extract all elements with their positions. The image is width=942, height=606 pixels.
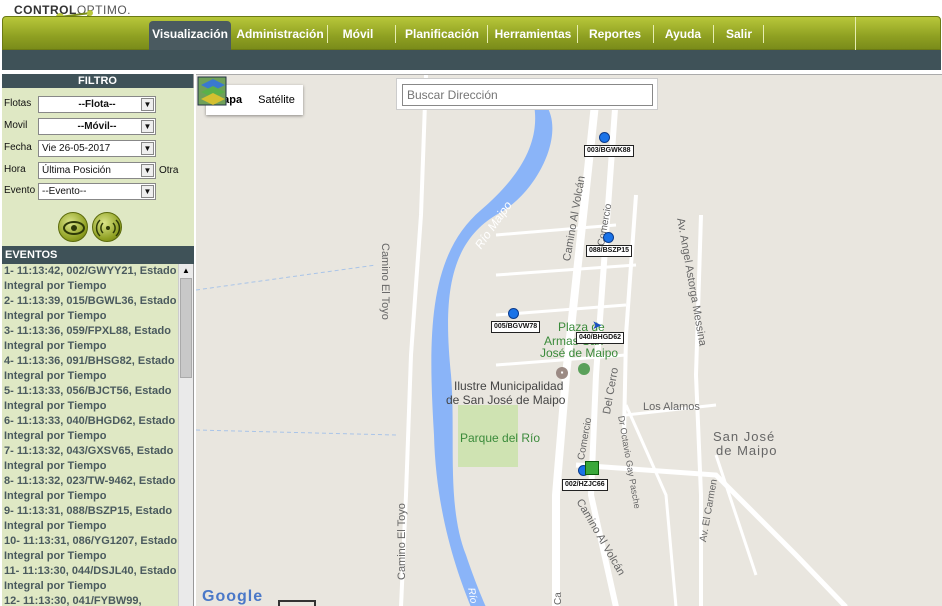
- nav-divider: [653, 25, 654, 43]
- label-sjm-1: San José: [713, 429, 776, 444]
- address-search-box: [396, 78, 658, 110]
- signal-icon: [95, 219, 121, 237]
- label-ca: Ca: [553, 592, 564, 605]
- evento-item[interactable]: 7- 11:13:32, 043/GXSV65, Estado Integral…: [2, 444, 178, 474]
- vehicle-marker[interactable]: [603, 232, 614, 243]
- nav-divider: [395, 25, 396, 43]
- hora-value: Última Posición: [42, 165, 111, 176]
- vehicle-tag[interactable]: 003/BGWK88: [584, 145, 634, 157]
- eventos-header: EVENTOS: [2, 246, 194, 264]
- evento-item[interactable]: 2- 11:13:39, 015/BGWL36, Estado Integral…: [2, 294, 178, 324]
- vehicle-tag[interactable]: 088/BSZP15: [586, 245, 633, 257]
- vehicle-tag[interactable]: 040/BHGD62: [576, 332, 625, 344]
- vehicle-group-icon[interactable]: [585, 461, 599, 475]
- evento-value: --Evento--: [42, 186, 87, 197]
- fecha-label: Fecha: [4, 142, 32, 153]
- evento-select[interactable]: --Evento-- ▼: [38, 183, 156, 200]
- filtro-panel: Flotas --Flota-- ▼ Movil --Móvil-- ▼ Fecha…: [2, 88, 194, 246]
- label-municipalidad-1: Ilustre Municipalidad: [454, 379, 564, 393]
- evento-item[interactable]: 11- 11:13:30, 044/DSJL40, Estado Integra…: [2, 564, 178, 594]
- vehicle-tag[interactable]: 002/HZJC66: [562, 479, 608, 491]
- label-parque-rio: Parque del Río: [460, 431, 541, 445]
- flotas-label: Flotas: [4, 98, 32, 109]
- evento-item[interactable]: 5- 11:13:33, 056/BJCT56, Estado Integral…: [2, 384, 178, 414]
- label-camino-el-toyo: Camino El Toyo: [379, 243, 391, 320]
- address-search-input[interactable]: [402, 84, 653, 106]
- nav-divider: [855, 17, 856, 51]
- main-nav: Visualización Administración Móvil Plani…: [2, 16, 941, 51]
- label-camino-el-toyo-2: Camino El Toyo: [396, 503, 408, 580]
- eventos-list: 1- 11:13:42, 002/GWYY21, Estado Integral…: [2, 264, 178, 606]
- scroll-up-icon[interactable]: ▲: [180, 265, 192, 277]
- label-sjm-2: de Maipo: [716, 443, 778, 458]
- nav-visualizacion[interactable]: Visualización: [149, 21, 231, 51]
- nav-divider: [327, 25, 328, 43]
- signal-button[interactable]: [92, 212, 122, 242]
- map-scale: [278, 600, 316, 606]
- label-municipalidad-2: de San José de Maipo: [446, 393, 566, 407]
- municipality-icon: ▪: [556, 367, 568, 379]
- evento-item[interactable]: 10- 11:13:31, 086/YG1207, Estado Integra…: [2, 534, 178, 564]
- flotas-select[interactable]: --Flota-- ▼: [38, 96, 156, 113]
- vehicle-marker[interactable]: [599, 132, 610, 143]
- sub-bar: [2, 50, 941, 70]
- google-logo: Google: [202, 588, 264, 605]
- vehicle-arrow-icon[interactable]: ➤: [592, 318, 602, 332]
- nav-reportes[interactable]: Reportes: [583, 17, 647, 51]
- movil-label: Movil: [4, 120, 28, 131]
- evento-item[interactable]: 8- 11:13:32, 023/TW-9462, Estado Integra…: [2, 474, 178, 504]
- chevron-down-icon: ▼: [141, 164, 154, 177]
- otra-label[interactable]: Otra: [159, 165, 178, 176]
- nav-salir[interactable]: Salir: [719, 17, 759, 51]
- vehicle-tag[interactable]: 005/BGVW78: [491, 321, 541, 333]
- evento-item[interactable]: 12- 11:13:30, 041/FYBW99, Estado Integra…: [2, 594, 178, 606]
- nav-divider: [763, 25, 764, 43]
- movil-select[interactable]: --Móvil-- ▼: [38, 118, 156, 135]
- eventos-scrollbar[interactable]: ▲: [178, 264, 193, 606]
- nav-planificacion[interactable]: Planificación: [403, 17, 481, 51]
- flotas-value: --Flota--: [78, 99, 116, 110]
- eye-icon: [63, 221, 85, 235]
- evento-item[interactable]: 3- 11:13:36, 059/FPXL88, Estado Integral…: [2, 324, 178, 354]
- nav-divider: [577, 25, 578, 43]
- nav-herramientas[interactable]: Herramientas: [493, 17, 573, 51]
- chevron-down-icon: ▼: [141, 185, 154, 198]
- map-canvas[interactable]: MapaSatélite Río Maipo Camino El Toyo Ca…: [196, 74, 942, 606]
- label-plaza-3: José de Maipo: [540, 346, 619, 360]
- layers-icon[interactable]: [196, 75, 230, 109]
- vehicle-marker[interactable]: [508, 308, 519, 319]
- fecha-select[interactable]: Vie 26-05-2017 ▼: [38, 140, 156, 157]
- chevron-down-icon: ▼: [141, 98, 154, 111]
- scroll-thumb[interactable]: [180, 278, 192, 378]
- evento-item[interactable]: 1- 11:13:42, 002/GWYY21, Estado Integral…: [2, 264, 178, 294]
- filtro-header: FILTRO: [2, 74, 193, 88]
- hora-label: Hora: [4, 164, 26, 175]
- hora-select[interactable]: Última Posición ▼: [38, 162, 156, 179]
- left-panel: FILTRO Flotas --Flota-- ▼ Movil --Móvil--…: [2, 74, 194, 606]
- chevron-down-icon: ▼: [141, 142, 154, 155]
- nav-divider: [713, 25, 714, 43]
- evento-label: Evento: [4, 185, 36, 196]
- fecha-value: Vie 26-05-2017: [42, 143, 111, 154]
- nav-administracion[interactable]: Administración: [235, 17, 325, 51]
- map-type-satellite-button[interactable]: Satélite: [250, 85, 303, 115]
- chevron-down-icon: ▼: [141, 120, 154, 133]
- nav-divider: [487, 25, 488, 43]
- movil-value: --Móvil--: [77, 121, 117, 132]
- evento-item[interactable]: 9- 11:13:31, 088/BSZP15, Estado Integral…: [2, 504, 178, 534]
- park-pin-icon: [578, 363, 590, 375]
- label-los-alamos: Los Alamos: [643, 401, 700, 413]
- nav-movil[interactable]: Móvil: [333, 17, 383, 51]
- evento-item[interactable]: 6- 11:13:33, 040/BHGD62, Estado Integral…: [2, 414, 178, 444]
- evento-item[interactable]: 4- 11:13:36, 091/BHSG82, Estado Integral…: [2, 354, 178, 384]
- nav-ayuda[interactable]: Ayuda: [659, 17, 707, 51]
- view-eye-button[interactable]: [58, 212, 88, 242]
